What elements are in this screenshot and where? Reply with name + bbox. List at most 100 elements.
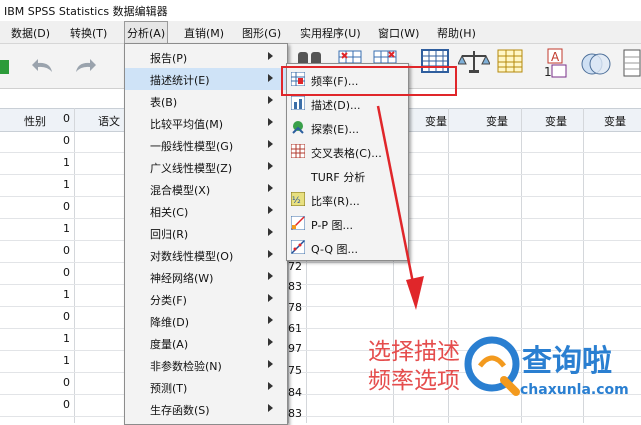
import-icon[interactable] <box>0 56 12 78</box>
menu-direct-marketing[interactable]: 直销(M) <box>184 25 224 41</box>
score-cell[interactable]: 84 <box>288 386 306 399</box>
gender-cell[interactable]: 1 <box>50 222 70 235</box>
column-header-chinese[interactable]: 语文 <box>98 113 120 129</box>
submenu-arrow-icon <box>268 162 273 170</box>
menu-item-label: 表(B) <box>150 96 178 109</box>
gender-cell[interactable]: 0 <box>50 134 70 147</box>
gender-cell[interactable]: 1 <box>50 178 70 191</box>
menu-data[interactable]: 数据(D) <box>11 25 50 41</box>
value-labels-icon[interactable]: A1 <box>542 47 572 79</box>
menu-item-label: 比较平均值(M) <box>150 118 224 131</box>
watermark-logo: 查询啦 chaxunla.com <box>462 326 641 423</box>
gender-cell[interactable]: 0 <box>50 398 70 411</box>
menu-item-descriptive-statistics[interactable]: 描述统计(E) <box>125 68 287 90</box>
gender-cell[interactable]: 0 <box>50 266 70 279</box>
menu-item-label: 探索(E)... <box>311 123 360 136</box>
menu-item-label: 神经网络(W) <box>150 272 214 285</box>
submenu-arrow-icon <box>268 272 273 280</box>
analyze-menu: 报告(P) 描述统计(E) 表(B) 比较平均值(M) 一般线性模型(G) 广义… <box>124 43 288 425</box>
score-cell[interactable]: 78 <box>288 301 306 314</box>
score-cell[interactable]: 83 <box>288 407 306 420</box>
gender-cell[interactable]: 0 <box>50 200 70 213</box>
submenu-arrow-icon <box>268 404 273 412</box>
grid-column-divider <box>74 108 75 423</box>
annotation-arrow-icon <box>376 105 424 310</box>
redo-icon[interactable] <box>72 56 98 76</box>
gender-cell[interactable]: 0 <box>50 112 70 125</box>
menu-transform[interactable]: 转换(T) <box>70 25 107 41</box>
menu-window[interactable]: 窗口(W) <box>378 25 419 41</box>
column-header-var-4[interactable]: 变量 <box>604 113 626 129</box>
submenu-arrow-icon <box>268 338 273 346</box>
menu-help[interactable]: 帮助(H) <box>437 25 476 41</box>
undo-icon[interactable] <box>30 56 56 76</box>
pp-plot-icon <box>291 216 305 230</box>
menu-item-loglinear[interactable]: 对数线性模型(O) <box>125 244 287 266</box>
grid-row-divider <box>0 306 641 307</box>
menu-item-survival[interactable]: 生存函数(S) <box>125 398 287 420</box>
submenu-arrow-icon <box>268 382 273 390</box>
menu-item-correlate[interactable]: 相关(C) <box>125 200 287 222</box>
menu-item-generalized-linear-models[interactable]: 广义线性模型(Z) <box>125 156 287 178</box>
menu-item-label: 度量(A) <box>150 338 189 351</box>
menu-item-dimension-reduction[interactable]: 降维(D) <box>125 310 287 332</box>
menu-item-label: P-P 图... <box>311 219 353 232</box>
menu-item-regression[interactable]: 回归(R) <box>125 222 287 244</box>
menu-item-label: 一般线性模型(G) <box>150 140 234 153</box>
svg-text:½: ½ <box>292 196 301 206</box>
use-sets-icon[interactable] <box>580 50 612 78</box>
menu-item-tables[interactable]: 表(B) <box>125 90 287 112</box>
gender-cell[interactable]: 1 <box>50 332 70 345</box>
submenu-arrow-icon <box>268 74 273 82</box>
menu-item-label: 分类(F) <box>150 294 187 307</box>
menu-utilities[interactable]: 实用程序(U) <box>300 25 361 41</box>
menu-item-label: 混合模型(X) <box>150 184 211 197</box>
menu-item-label: 比率(R)... <box>311 195 360 208</box>
menu-item-neural-networks[interactable]: 神经网络(W) <box>125 266 287 288</box>
submenu-arrow-icon <box>268 118 273 126</box>
score-cell[interactable]: 83 <box>288 280 306 293</box>
menu-item-reports[interactable]: 报告(P) <box>125 46 287 68</box>
menu-item-compare-means[interactable]: 比较平均值(M) <box>125 112 287 134</box>
menu-graphs[interactable]: 图形(G) <box>242 25 281 41</box>
submenu-arrow-icon <box>268 184 273 192</box>
menu-item-label: 描述(D)... <box>311 99 361 112</box>
menu-item-classify[interactable]: 分类(F) <box>125 288 287 310</box>
score-cell[interactable]: 72 <box>288 260 306 273</box>
menu-analyze[interactable]: 分析(A) <box>123 21 169 45</box>
menu-item-label: 描述统计(E) <box>150 74 210 87</box>
column-header-gender[interactable]: 性别 <box>24 113 46 129</box>
weight-cases-icon[interactable] <box>458 48 490 74</box>
menu-bar: 数据(D) 转换(T) 分析(A) 直销(M) 图形(G) 实用程序(U) 窗口… <box>0 21 641 45</box>
score-cell[interactable]: 97 <box>288 342 306 355</box>
qq-plot-icon <box>291 240 305 254</box>
svg-text:1: 1 <box>544 65 552 79</box>
menu-item-label: 广义线性模型(Z) <box>150 162 233 175</box>
menu-item-label: 报告(P) <box>150 52 188 65</box>
gender-cell[interactable]: 1 <box>50 156 70 169</box>
menu-item-general-linear-model[interactable]: 一般线性模型(G) <box>125 134 287 156</box>
gender-cell[interactable]: 0 <box>50 310 70 323</box>
score-cell[interactable]: 61 <box>288 322 306 335</box>
submenu-arrow-icon <box>268 140 273 148</box>
gender-cell[interactable]: 1 <box>50 354 70 367</box>
gender-cell[interactable]: 0 <box>50 376 70 389</box>
submenu-arrow-icon <box>268 316 273 324</box>
select-cases-icon[interactable] <box>496 47 524 75</box>
show-all-variables-icon[interactable] <box>620 48 641 78</box>
highlight-box <box>281 66 457 96</box>
menu-item-label: TURF 分析 <box>311 171 366 184</box>
window-title: IBM SPSS Statistics 数据编辑器 <box>4 5 168 18</box>
menu-item-label: 生存函数(S) <box>150 404 210 417</box>
menu-item-forecasting[interactable]: 预测(T) <box>125 376 287 398</box>
column-header-var-2[interactable]: 变量 <box>486 113 508 129</box>
score-cell[interactable]: 75 <box>288 364 306 377</box>
menu-item-scale[interactable]: 度量(A) <box>125 332 287 354</box>
gender-cell[interactable]: 0 <box>50 244 70 257</box>
menu-item-mixed-models[interactable]: 混合模型(X) <box>125 178 287 200</box>
gender-cell[interactable]: 1 <box>50 288 70 301</box>
title-bar: IBM SPSS Statistics 数据编辑器 <box>0 0 641 21</box>
menu-item-nonparametric-tests[interactable]: 非参数检验(N) <box>125 354 287 376</box>
column-header-var-3[interactable]: 变量 <box>545 113 567 129</box>
submenu-arrow-icon <box>268 206 273 214</box>
